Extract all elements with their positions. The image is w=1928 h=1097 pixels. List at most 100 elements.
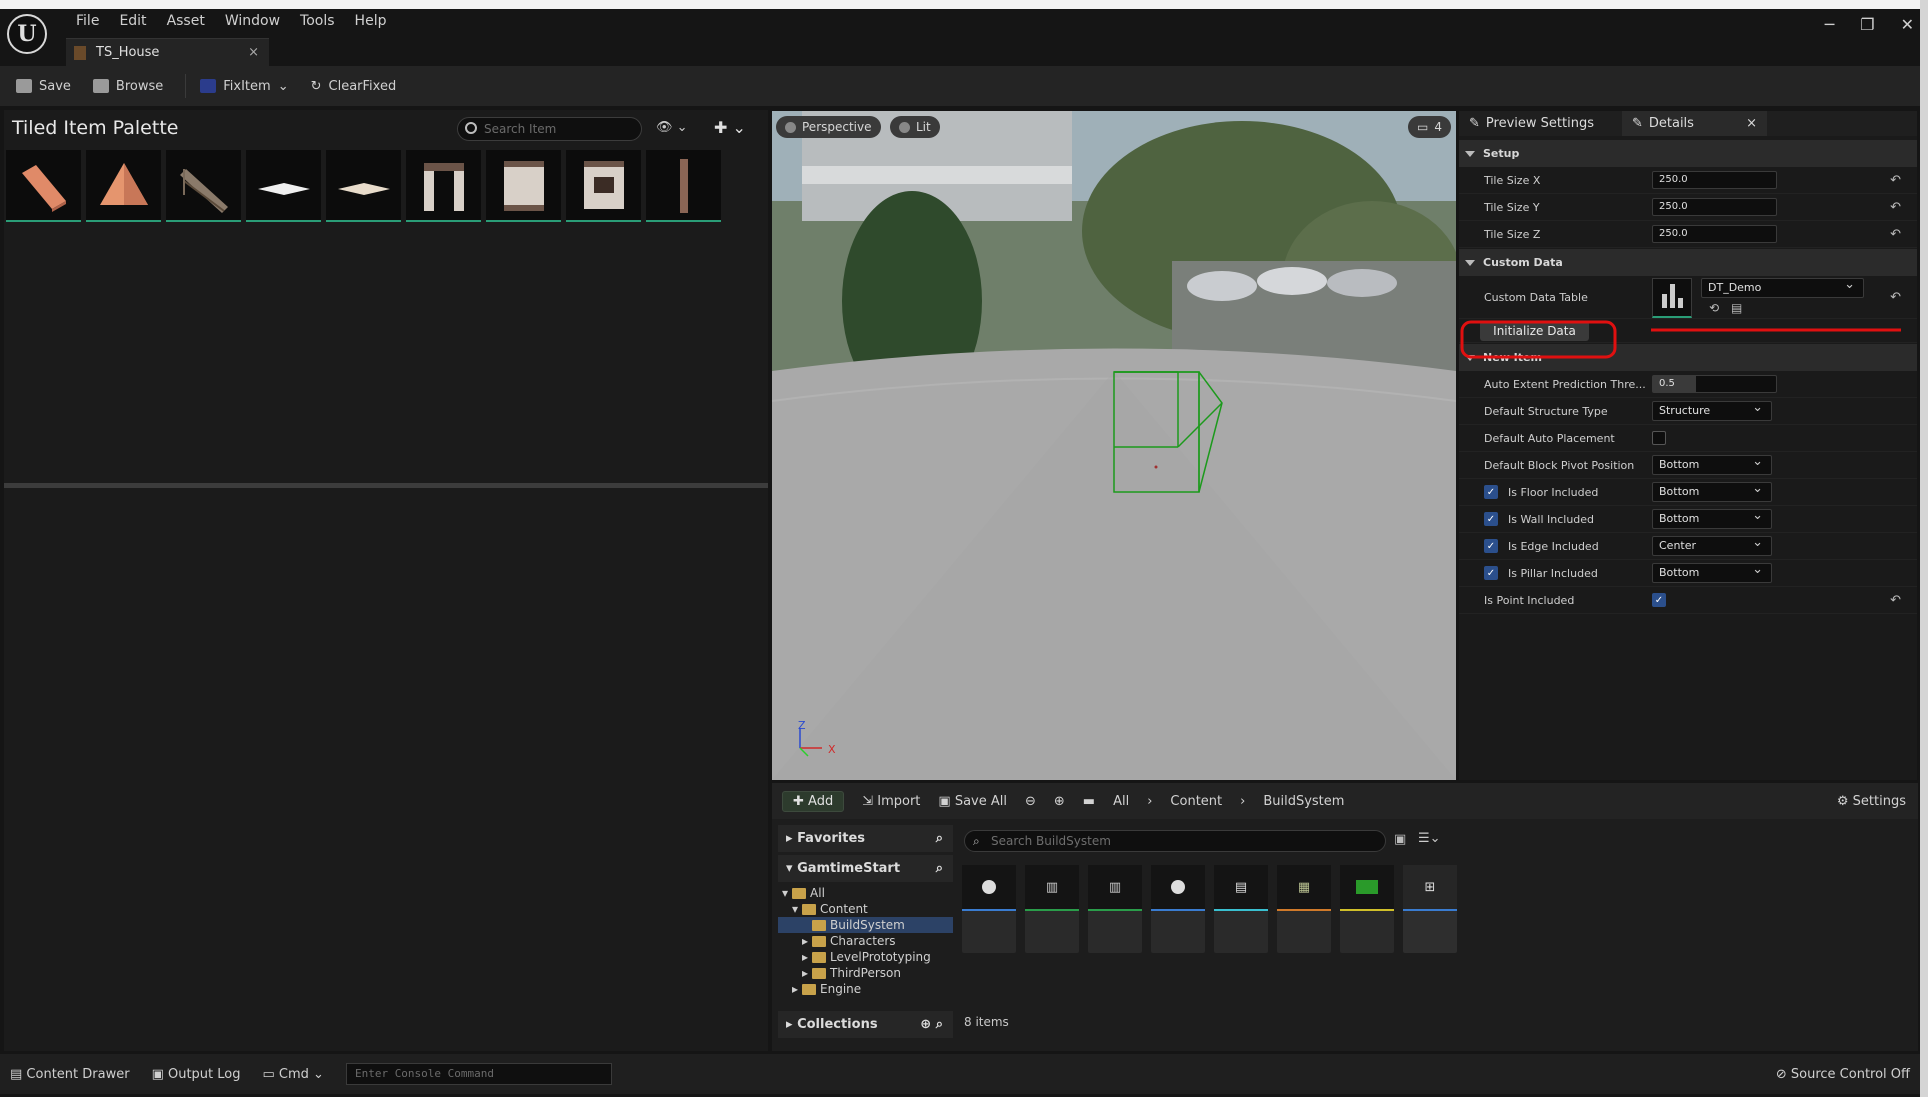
structure-type-select[interactable]: Structure — [1652, 399, 1772, 421]
asset-card[interactable] — [1340, 865, 1394, 953]
pivot-position-select[interactable]: Bottom — [1652, 453, 1772, 475]
camera-speed-button[interactable]: ▭ 4 — [1408, 116, 1451, 138]
auto-extent-slider[interactable]: 0.5 — [1652, 375, 1777, 393]
pillar-included-checkbox[interactable]: ✓ — [1484, 566, 1498, 580]
tile-size-z-input[interactable]: 250.0 — [1652, 225, 1777, 243]
menu-help[interactable]: Help — [345, 12, 397, 30]
source-control-button[interactable]: ⊘ Source Control Off — [1776, 1067, 1910, 1082]
tree-item-all[interactable]: ▾ All — [778, 885, 953, 901]
tile-floor[interactable] — [246, 150, 321, 222]
tile-pillar[interactable] — [646, 150, 721, 222]
menu-file[interactable]: File — [66, 12, 109, 30]
tile-roof-pyramid[interactable] — [86, 150, 161, 222]
tile-stairs[interactable] — [166, 150, 241, 222]
breadcrumb-buildsystem[interactable]: BuildSystem — [1263, 794, 1344, 809]
save-all-button[interactable]: ▣ Save All — [938, 794, 1007, 809]
close-icon[interactable]: × — [1746, 116, 1757, 131]
search-icon[interactable]: ⌕ — [936, 861, 943, 876]
add-button[interactable]: ✚ Add — [782, 790, 845, 812]
project-section[interactable]: ▾ GamtimeStart ⌕ — [778, 855, 953, 882]
tile-wall-doorway[interactable] — [406, 150, 481, 222]
history-forward-icon[interactable]: ⊕ — [1054, 794, 1065, 809]
tile-wall[interactable] — [486, 150, 561, 222]
close-icon[interactable]: × — [248, 45, 259, 60]
section-custom-data[interactable]: Custom Data — [1459, 249, 1917, 276]
browse-folder-icon[interactable]: ▤ — [1731, 301, 1742, 315]
unreal-logo[interactable]: U — [7, 14, 47, 54]
breadcrumb-all[interactable]: All — [1113, 794, 1129, 809]
edge-included-checkbox[interactable]: ✓ — [1484, 539, 1498, 553]
asset-card[interactable]: ▥ — [1088, 865, 1142, 953]
collections-section[interactable]: ▸ Collections ⊕ ⌕ — [778, 1011, 953, 1038]
menu-tools[interactable]: Tools — [290, 12, 345, 30]
tab-details[interactable]: ✎ Details × — [1621, 111, 1767, 136]
search-icon[interactable]: ⊕ ⌕ — [920, 1017, 943, 1032]
tree-item-characters[interactable]: ▸ Characters — [778, 933, 953, 949]
console-input[interactable]: Enter Console Command — [345, 1063, 612, 1085]
tile-size-x-input[interactable]: 250.0 — [1652, 171, 1777, 189]
tree-item-buildsystem[interactable]: BuildSystem — [778, 917, 953, 933]
search-icon[interactable]: ⌕ — [936, 831, 943, 846]
reset-icon[interactable]: ↶ — [1890, 227, 1901, 242]
asset-card[interactable]: ▦ — [1277, 865, 1331, 953]
tile-wall-window[interactable] — [566, 150, 641, 222]
auto-placement-checkbox[interactable] — [1652, 431, 1666, 445]
point-included-checkbox[interactable]: ✓ — [1652, 593, 1666, 607]
tab-preview-settings[interactable]: ✎ Preview Settings — [1459, 111, 1604, 136]
floor-pivot-select[interactable]: Bottom — [1652, 480, 1772, 502]
tile-roof-slope[interactable] — [6, 150, 81, 222]
fixitem-button[interactable]: FixItem ⌄ — [200, 79, 289, 94]
menu-asset[interactable]: Asset — [157, 12, 215, 30]
add-icon[interactable]: ✚ ⌄ — [714, 118, 746, 137]
window-scrollbar[interactable] — [1920, 0, 1928, 1097]
import-button[interactable]: ⇲ Import — [862, 794, 920, 809]
wall-pivot-select[interactable]: Bottom — [1652, 507, 1772, 529]
minimize-icon[interactable]: ─ — [1825, 15, 1835, 34]
output-log-button[interactable]: ▣ Output Log — [152, 1067, 241, 1082]
edge-pivot-select[interactable]: Center — [1652, 534, 1772, 556]
filter-icon[interactable]: ☰⌄ — [1418, 831, 1441, 846]
save-button[interactable]: Save — [16, 79, 71, 94]
palette-search-input[interactable]: Search Item — [457, 117, 642, 141]
section-setup[interactable]: Setup — [1459, 140, 1917, 167]
document-tab[interactable]: TS_House × — [66, 38, 269, 66]
clearfixed-button[interactable]: ↻ ClearFixed — [311, 79, 397, 94]
tree-item-levelprototyping[interactable]: ▸ LevelPrototyping — [778, 949, 953, 965]
browse-button[interactable]: Browse — [92, 79, 163, 94]
panel-splitter[interactable] — [4, 483, 768, 488]
settings-button[interactable]: ⚙ Settings — [1837, 794, 1906, 809]
history-back-icon[interactable]: ⊖ — [1025, 794, 1036, 809]
tree-item-thirdperson[interactable]: ▸ ThirdPerson — [778, 965, 953, 981]
breadcrumb-content[interactable]: Content — [1170, 794, 1222, 809]
level-viewport[interactable]: Z X Perspective Lit ▭ 4 — [772, 111, 1456, 780]
pillar-pivot-select[interactable]: Bottom — [1652, 561, 1772, 583]
visibility-eye-icon[interactable]: 👁 ⌄ — [656, 120, 688, 135]
menu-edit[interactable]: Edit — [109, 12, 156, 30]
asset-card[interactable] — [962, 865, 1016, 953]
lit-button[interactable]: Lit — [890, 116, 940, 138]
menu-window[interactable]: Window — [215, 12, 290, 30]
cmd-button[interactable]: ▭ Cmd ⌄ — [263, 1067, 324, 1082]
asset-search-input[interactable]: ⌕ Search BuildSystem — [964, 830, 1386, 852]
tile-size-y-input[interactable]: 250.0 — [1652, 198, 1777, 216]
asset-card[interactable] — [1151, 865, 1205, 953]
reset-icon[interactable]: ↶ — [1890, 173, 1901, 188]
custom-data-table-select[interactable]: DT_Demo — [1701, 276, 1864, 298]
save-search-icon[interactable]: ▣ — [1394, 832, 1406, 847]
tile-floor-beige[interactable] — [326, 150, 401, 222]
wall-included-checkbox[interactable]: ✓ — [1484, 512, 1498, 526]
reset-icon[interactable]: ↶ — [1890, 200, 1901, 215]
reset-icon[interactable]: ↶ — [1890, 290, 1901, 305]
content-drawer-button[interactable]: ▤ Content Drawer — [10, 1067, 130, 1082]
use-selected-icon[interactable]: ⟲ — [1709, 301, 1719, 315]
tree-item-engine[interactable]: ▸ Engine — [778, 981, 953, 997]
perspective-button[interactable]: Perspective — [776, 116, 881, 138]
asset-card[interactable]: ⊞ — [1403, 865, 1457, 953]
asset-card[interactable]: ▤ — [1214, 865, 1268, 953]
asset-card[interactable]: ▥ — [1025, 865, 1079, 953]
floor-included-checkbox[interactable]: ✓ — [1484, 485, 1498, 499]
data-table-thumbnail-icon[interactable] — [1652, 278, 1692, 318]
restore-icon[interactable]: ❐ — [1860, 15, 1874, 34]
reset-icon[interactable]: ↶ — [1890, 593, 1901, 608]
close-window-icon[interactable]: ✕ — [1901, 15, 1914, 34]
